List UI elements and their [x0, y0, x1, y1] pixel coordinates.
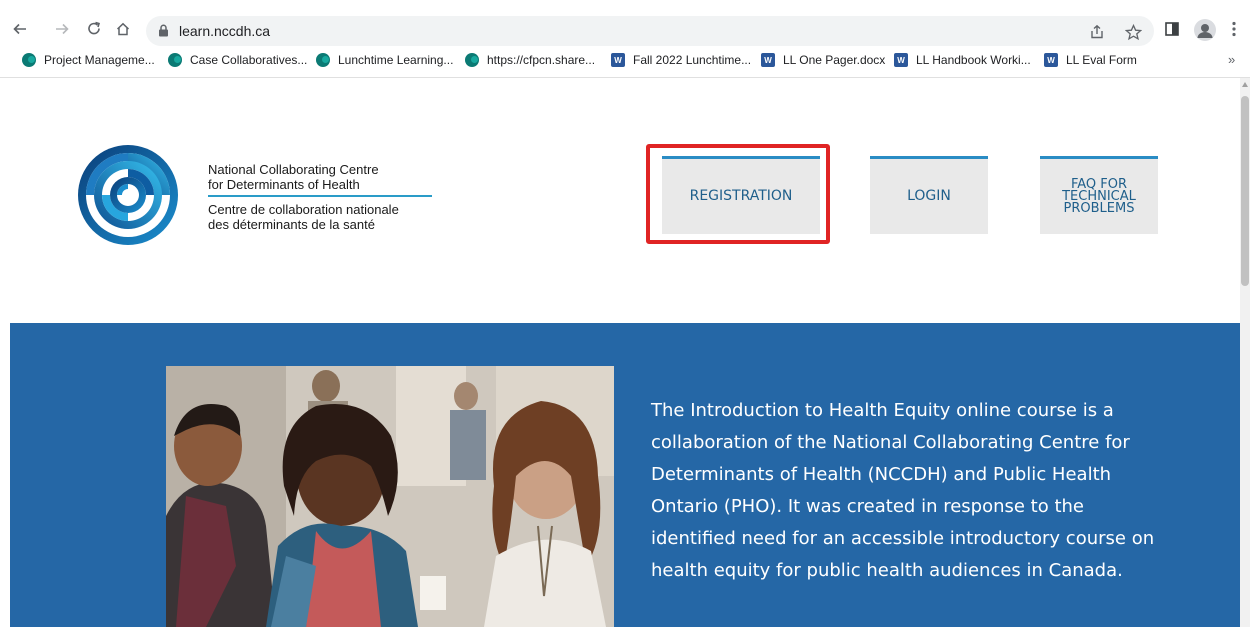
- org-name-fr-line: Centre de collaboration nationale: [208, 202, 399, 217]
- forward-arrow-icon[interactable]: [50, 17, 74, 41]
- bookmark-label: https://cfpcn.share...: [487, 53, 596, 67]
- hero-section: The Introduction to Health Equity online…: [10, 323, 1240, 627]
- bookmark-item[interactable]: W LL One Pager.docx: [761, 51, 885, 69]
- vertical-scrollbar[interactable]: [1240, 78, 1250, 627]
- share-icon[interactable]: [1086, 21, 1108, 43]
- bookmark-item[interactable]: W Fall 2022 Lunchtime...: [611, 51, 751, 69]
- home-icon[interactable]: [111, 17, 135, 41]
- url-text[interactable]: learn.nccdh.ca: [179, 23, 270, 39]
- kebab-menu-icon[interactable]: [1222, 17, 1246, 41]
- logo-divider: [208, 195, 432, 197]
- bookmark-label: Lunchtime Learning...: [338, 53, 454, 67]
- bookmark-label: LL Eval Form: [1066, 53, 1137, 67]
- address-bar[interactable]: learn.nccdh.ca: [146, 16, 1154, 46]
- bookmark-item[interactable]: W LL Eval Form: [1044, 51, 1137, 69]
- hero-photo: [166, 366, 614, 627]
- word-icon: W: [1044, 53, 1058, 67]
- organization-name: National Collaborating Centre for Determ…: [208, 162, 432, 232]
- scroll-up-arrow-icon[interactable]: [1242, 82, 1248, 87]
- faq-label-line: PROBLEMS: [1063, 200, 1135, 216]
- bookmarks-bar: Project Manageme... Case Collaboratives.…: [0, 48, 1250, 72]
- bookmark-item[interactable]: https://cfpcn.share...: [465, 51, 595, 69]
- lock-icon[interactable]: [158, 24, 169, 42]
- sharepoint-icon: [465, 53, 479, 67]
- word-icon: W: [894, 53, 908, 67]
- registration-label: REGISTRATION: [689, 188, 793, 204]
- sharepoint-icon: [316, 53, 330, 67]
- bookmark-item[interactable]: Project Manageme...: [22, 51, 155, 69]
- org-name-en-line: for Determinants of Health: [208, 177, 360, 192]
- web-page: National Collaborating Centre for Determ…: [0, 78, 1240, 627]
- profile-avatar-icon[interactable]: [1194, 19, 1216, 41]
- bookmark-label: LL Handbook Worki...: [916, 53, 1031, 67]
- login-button[interactable]: LOGIN: [870, 156, 988, 234]
- bookmark-label: LL One Pager.docx: [783, 53, 886, 67]
- word-icon: W: [611, 53, 625, 67]
- bookmark-item[interactable]: Case Collaboratives...: [168, 51, 307, 69]
- browser-toolbar: learn.nccdh.ca: [0, 0, 1250, 46]
- login-label: LOGIN: [907, 188, 951, 204]
- reload-icon[interactable]: [82, 17, 106, 41]
- sharepoint-icon: [22, 53, 36, 67]
- word-icon: W: [761, 53, 775, 67]
- bookmark-label: Project Manageme...: [44, 53, 155, 67]
- scrollbar-thumb[interactable]: [1241, 96, 1249, 286]
- org-name-en-line: National Collaborating Centre: [208, 162, 379, 177]
- bookmark-label: Case Collaboratives...: [190, 53, 308, 67]
- bookmark-item[interactable]: Lunchtime Learning...: [316, 51, 453, 69]
- org-name-fr-line: des déterminants de la santé: [208, 217, 375, 232]
- bookmark-label: Fall 2022 Lunchtime...: [633, 53, 752, 67]
- registration-button[interactable]: REGISTRATION: [662, 156, 820, 234]
- more-bookmarks-chevron-icon[interactable]: »: [1228, 52, 1235, 67]
- faq-technical-problems-button[interactable]: FAQ FOR TECHNICAL PROBLEMS: [1040, 156, 1158, 234]
- nccdh-logo-icon[interactable]: [76, 142, 180, 248]
- sharepoint-icon: [168, 53, 182, 67]
- course-description: The Introduction to Health Equity online…: [651, 400, 1155, 581]
- back-arrow-icon[interactable]: [8, 17, 32, 41]
- bookmark-star-icon[interactable]: [1122, 21, 1144, 43]
- bookmark-item[interactable]: W LL Handbook Worki...: [894, 51, 1031, 69]
- side-panel-icon[interactable]: [1160, 17, 1184, 41]
